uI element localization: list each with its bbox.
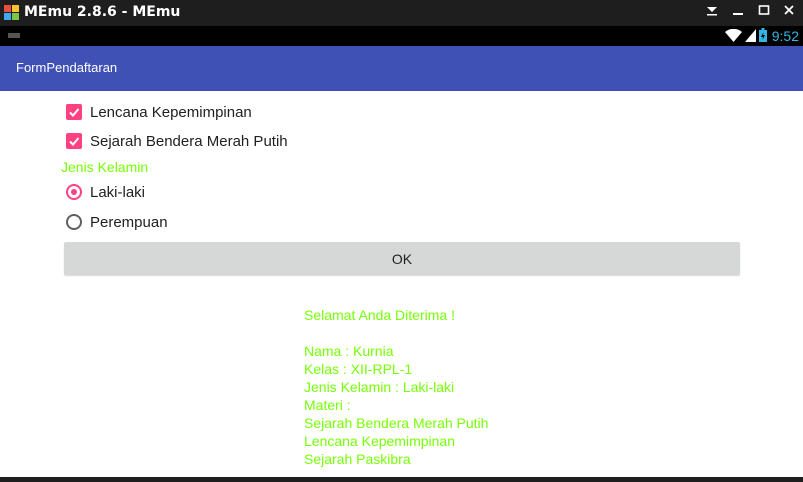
result-line-jenis-kelamin: Jenis Kelamin : Laki-laki xyxy=(304,379,455,395)
notification-icon xyxy=(8,33,20,38)
result-line-materi-3: Sejarah Paskibra xyxy=(304,451,411,467)
checkbox-checked-icon xyxy=(66,104,82,120)
radio-label: Laki-laki xyxy=(90,183,146,201)
checkbox-label: Sejarah Bendera Merah Putih xyxy=(90,132,288,150)
app-title: FormPendaftaran xyxy=(16,60,118,75)
radio-perempuan[interactable]: Perempuan xyxy=(66,213,168,231)
signal-icon xyxy=(744,27,756,46)
app-bar: FormPendaftaran xyxy=(0,46,803,91)
checkbox-label: Lencana Kepemimpinan xyxy=(90,103,252,121)
radio-unselected-icon xyxy=(66,214,82,230)
result-line-kelas: Kelas : XII-RPL-1 xyxy=(304,361,413,377)
window-title: MEmu 2.8.6 - MEmu xyxy=(24,4,181,20)
form-content: Lencana Kepemimpinan Sejarah Bendera Mer… xyxy=(0,91,803,477)
battery-icon xyxy=(758,27,767,46)
result-line-materi-1: Sejarah Bendera Merah Putih xyxy=(304,415,489,431)
result-line-materi: Materi : xyxy=(304,397,351,413)
gender-label: Jenis Kelamin xyxy=(61,159,149,175)
checkbox-sejarah-bendera[interactable]: Sejarah Bendera Merah Putih xyxy=(66,132,288,150)
memu-logo-icon xyxy=(4,5,19,20)
ok-button[interactable]: OK xyxy=(64,242,740,275)
radio-label: Perempuan xyxy=(90,213,168,231)
menu-icon[interactable] xyxy=(702,3,722,21)
close-icon[interactable] xyxy=(779,3,799,21)
status-time: 9:52 xyxy=(771,28,799,44)
result-line-nama: Nama : Kurnia xyxy=(304,343,394,359)
checkbox-lencana[interactable]: Lencana Kepemimpinan xyxy=(66,103,252,121)
checkbox-checked-icon xyxy=(66,133,82,149)
minimize-icon[interactable] xyxy=(728,3,748,21)
result-greeting: Selamat Anda Diterima ! xyxy=(304,307,455,323)
radio-selected-icon xyxy=(66,184,82,200)
android-status-bar: 9:52 xyxy=(0,26,803,46)
radio-laki-laki[interactable]: Laki-laki xyxy=(66,183,145,201)
emulator-bottom-edge xyxy=(0,477,803,482)
wifi-icon xyxy=(724,27,742,46)
maximize-icon[interactable] xyxy=(754,3,774,21)
emulator-title-bar: MEmu 2.8.6 - MEmu xyxy=(0,0,803,26)
result-line-materi-2: Lencana Kepemimpinan xyxy=(304,433,455,449)
